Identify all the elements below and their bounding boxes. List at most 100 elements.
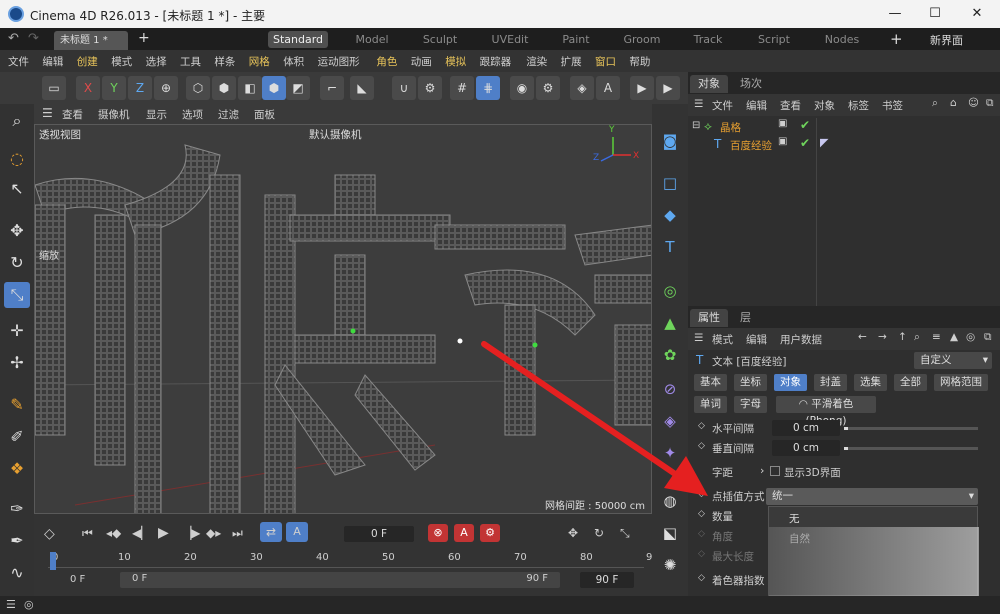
- expand-icon[interactable]: ⧉: [984, 331, 992, 344]
- axis-y-toggle[interactable]: Y: [102, 76, 126, 100]
- home-icon[interactable]: ⌂: [950, 97, 957, 109]
- close-button[interactable]: ✕: [962, 4, 992, 24]
- hamburger-icon[interactable]: ☰: [694, 98, 703, 110]
- workspace-tab[interactable]: Paint: [546, 31, 606, 48]
- texture-mode-icon[interactable]: ◩: [286, 76, 310, 100]
- attr-menu-item[interactable]: 模式: [712, 332, 733, 347]
- points-mode-icon[interactable]: ⬡: [186, 76, 210, 100]
- field-icon[interactable]: ◍: [657, 488, 683, 514]
- record-settings-icon[interactable]: ⚙: [480, 524, 500, 542]
- menu-item[interactable]: 窗口: [595, 54, 616, 69]
- workplane-icon[interactable]: ◣: [350, 76, 374, 100]
- object-menu-item[interactable]: 编辑: [746, 98, 767, 113]
- menu-item[interactable]: 选择: [146, 54, 167, 69]
- effector-icon[interactable]: ✿: [657, 342, 683, 368]
- loop-icon[interactable]: ⇄: [260, 522, 282, 542]
- mograph-icon[interactable]: ▲: [657, 310, 683, 336]
- playhead[interactable]: [50, 552, 56, 570]
- model-mode-icon[interactable]: ⬢: [262, 76, 286, 100]
- v-spacing-slider[interactable]: [844, 447, 978, 450]
- bend-icon[interactable]: ◈: [657, 408, 683, 434]
- start-frame-field[interactable]: 0 F: [70, 574, 85, 585]
- tab-attributes[interactable]: 属性: [690, 309, 728, 327]
- select-tool-icon[interactable]: ↖: [4, 176, 30, 202]
- scene-icon[interactable]: ⬕: [657, 520, 683, 546]
- viewport-menu-item[interactable]: 查看: [62, 107, 83, 122]
- tab-takes[interactable]: 场次: [732, 75, 770, 93]
- hamburger-icon[interactable]: ☰: [694, 332, 703, 344]
- up-arrow-icon[interactable]: ↑: [898, 331, 907, 343]
- workspace-tab[interactable]: Script: [744, 31, 804, 48]
- text-object-icon[interactable]: T: [657, 234, 683, 260]
- tab-layers[interactable]: 层: [732, 309, 759, 327]
- chevron-right-icon[interactable]: ›: [760, 464, 764, 477]
- camera-object-icon[interactable]: ◙: [657, 128, 683, 154]
- magnet-icon[interactable]: ∪: [392, 76, 416, 100]
- object-name[interactable]: 百度经验: [730, 138, 772, 153]
- redo-icon[interactable]: ↷: [28, 31, 39, 46]
- keyframe-diamond-icon[interactable]: ◇: [698, 509, 705, 519]
- search-icon[interactable]: ⌕: [932, 97, 938, 110]
- attr-group-button[interactable]: 全部: [894, 374, 927, 391]
- document-tab[interactable]: 未标题 1 * ×: [54, 31, 128, 65]
- menu-item[interactable]: 跟踪器: [480, 54, 512, 69]
- next-frame-icon[interactable]: ▕▶: [182, 526, 200, 540]
- record-icon[interactable]: ⊗: [428, 524, 448, 542]
- visibility-icon[interactable]: ▣: [778, 118, 787, 129]
- object-menu-item[interactable]: 文件: [712, 98, 733, 113]
- object-menu-item[interactable]: 查看: [780, 98, 801, 113]
- attr-group-button[interactable]: 坐标: [734, 374, 767, 391]
- attr-menu-item[interactable]: 用户数据: [780, 332, 822, 347]
- solo-icon[interactable]: ◉: [510, 76, 534, 100]
- attr-group-button[interactable]: 网格范围: [934, 374, 988, 391]
- menu-item[interactable]: 动画: [411, 54, 432, 69]
- brush-icon[interactable]: ✑: [4, 496, 30, 522]
- enabled-check-icon[interactable]: ✔: [800, 136, 810, 150]
- menu-item[interactable]: 模式: [111, 54, 132, 69]
- workspace-tab[interactable]: Nodes: [812, 31, 872, 48]
- back-arrow-icon[interactable]: ←: [858, 331, 867, 343]
- auto-record-icon[interactable]: A: [454, 524, 474, 542]
- show3d-checkbox[interactable]: [770, 466, 780, 476]
- paint-icon[interactable]: ✒: [4, 528, 30, 554]
- keyframe-diamond-icon[interactable]: ◇: [698, 529, 705, 539]
- menu-item[interactable]: 体积: [283, 54, 304, 69]
- attr-group-button[interactable]: 封盖: [814, 374, 847, 391]
- forward-arrow-icon[interactable]: →: [878, 331, 887, 343]
- move-icon[interactable]: ✥: [4, 218, 30, 244]
- visibility-icon[interactable]: ▣: [778, 136, 787, 147]
- viewport-menu-item[interactable]: 摄像机: [98, 107, 130, 122]
- polygons-mode-icon[interactable]: ◧: [238, 76, 262, 100]
- attr-group-button[interactable]: 对象: [774, 374, 807, 391]
- tab-objects[interactable]: 对象: [690, 75, 728, 93]
- menu-item[interactable]: 帮助: [629, 54, 650, 69]
- search-icon[interactable]: ⌕: [914, 331, 920, 344]
- prev-key-icon[interactable]: ◂◆: [106, 526, 121, 540]
- viewport-menu-item[interactable]: 过滤: [218, 107, 239, 122]
- attr-group-button[interactable]: 选集: [854, 374, 887, 391]
- tag-icon[interactable]: ◤: [820, 136, 828, 149]
- key-scale-icon[interactable]: ⤡: [620, 526, 630, 541]
- axis-mode-icon[interactable]: ⌐: [320, 76, 344, 100]
- phong-button[interactable]: ◠ 平滑着色(Phong): [776, 396, 876, 427]
- render-view-icon[interactable]: ▶: [630, 76, 654, 100]
- enabled-check-icon[interactable]: ✔: [800, 118, 810, 132]
- list-item[interactable]: T 百度经验 ▣ ✔ ◤: [688, 136, 1000, 154]
- attr-group-button[interactable]: 基本: [694, 374, 727, 391]
- menu-item[interactable]: 运动图形: [318, 54, 360, 69]
- timeline-ruler[interactable]: 0102030405060708090: [48, 550, 659, 568]
- keyframe-diamond-icon[interactable]: ◇: [698, 549, 705, 559]
- expand-icon[interactable]: ⧉: [986, 97, 994, 110]
- keyframe-diamond-icon[interactable]: ◇: [698, 573, 705, 583]
- live-select-icon[interactable]: ◌: [4, 146, 30, 172]
- end-frame-field[interactable]: 90 F: [580, 572, 634, 588]
- workspace-tab[interactable]: Sculpt: [410, 31, 470, 48]
- minimize-button[interactable]: —: [880, 4, 910, 24]
- prev-frame-icon[interactable]: ◀▏: [132, 526, 150, 540]
- viewport-menu-item[interactable]: 显示: [146, 107, 167, 122]
- viewport-menu-item[interactable]: 面板: [254, 107, 275, 122]
- key-move-icon[interactable]: ✥: [568, 526, 578, 540]
- perspective-viewport[interactable]: 透视视图 默认摄像机 缩放 Y Z X 网格间距 : 50000 cm: [34, 124, 652, 514]
- maximize-button[interactable]: ☐: [920, 4, 950, 24]
- range-bar[interactable]: 0 F 90 F: [120, 572, 560, 588]
